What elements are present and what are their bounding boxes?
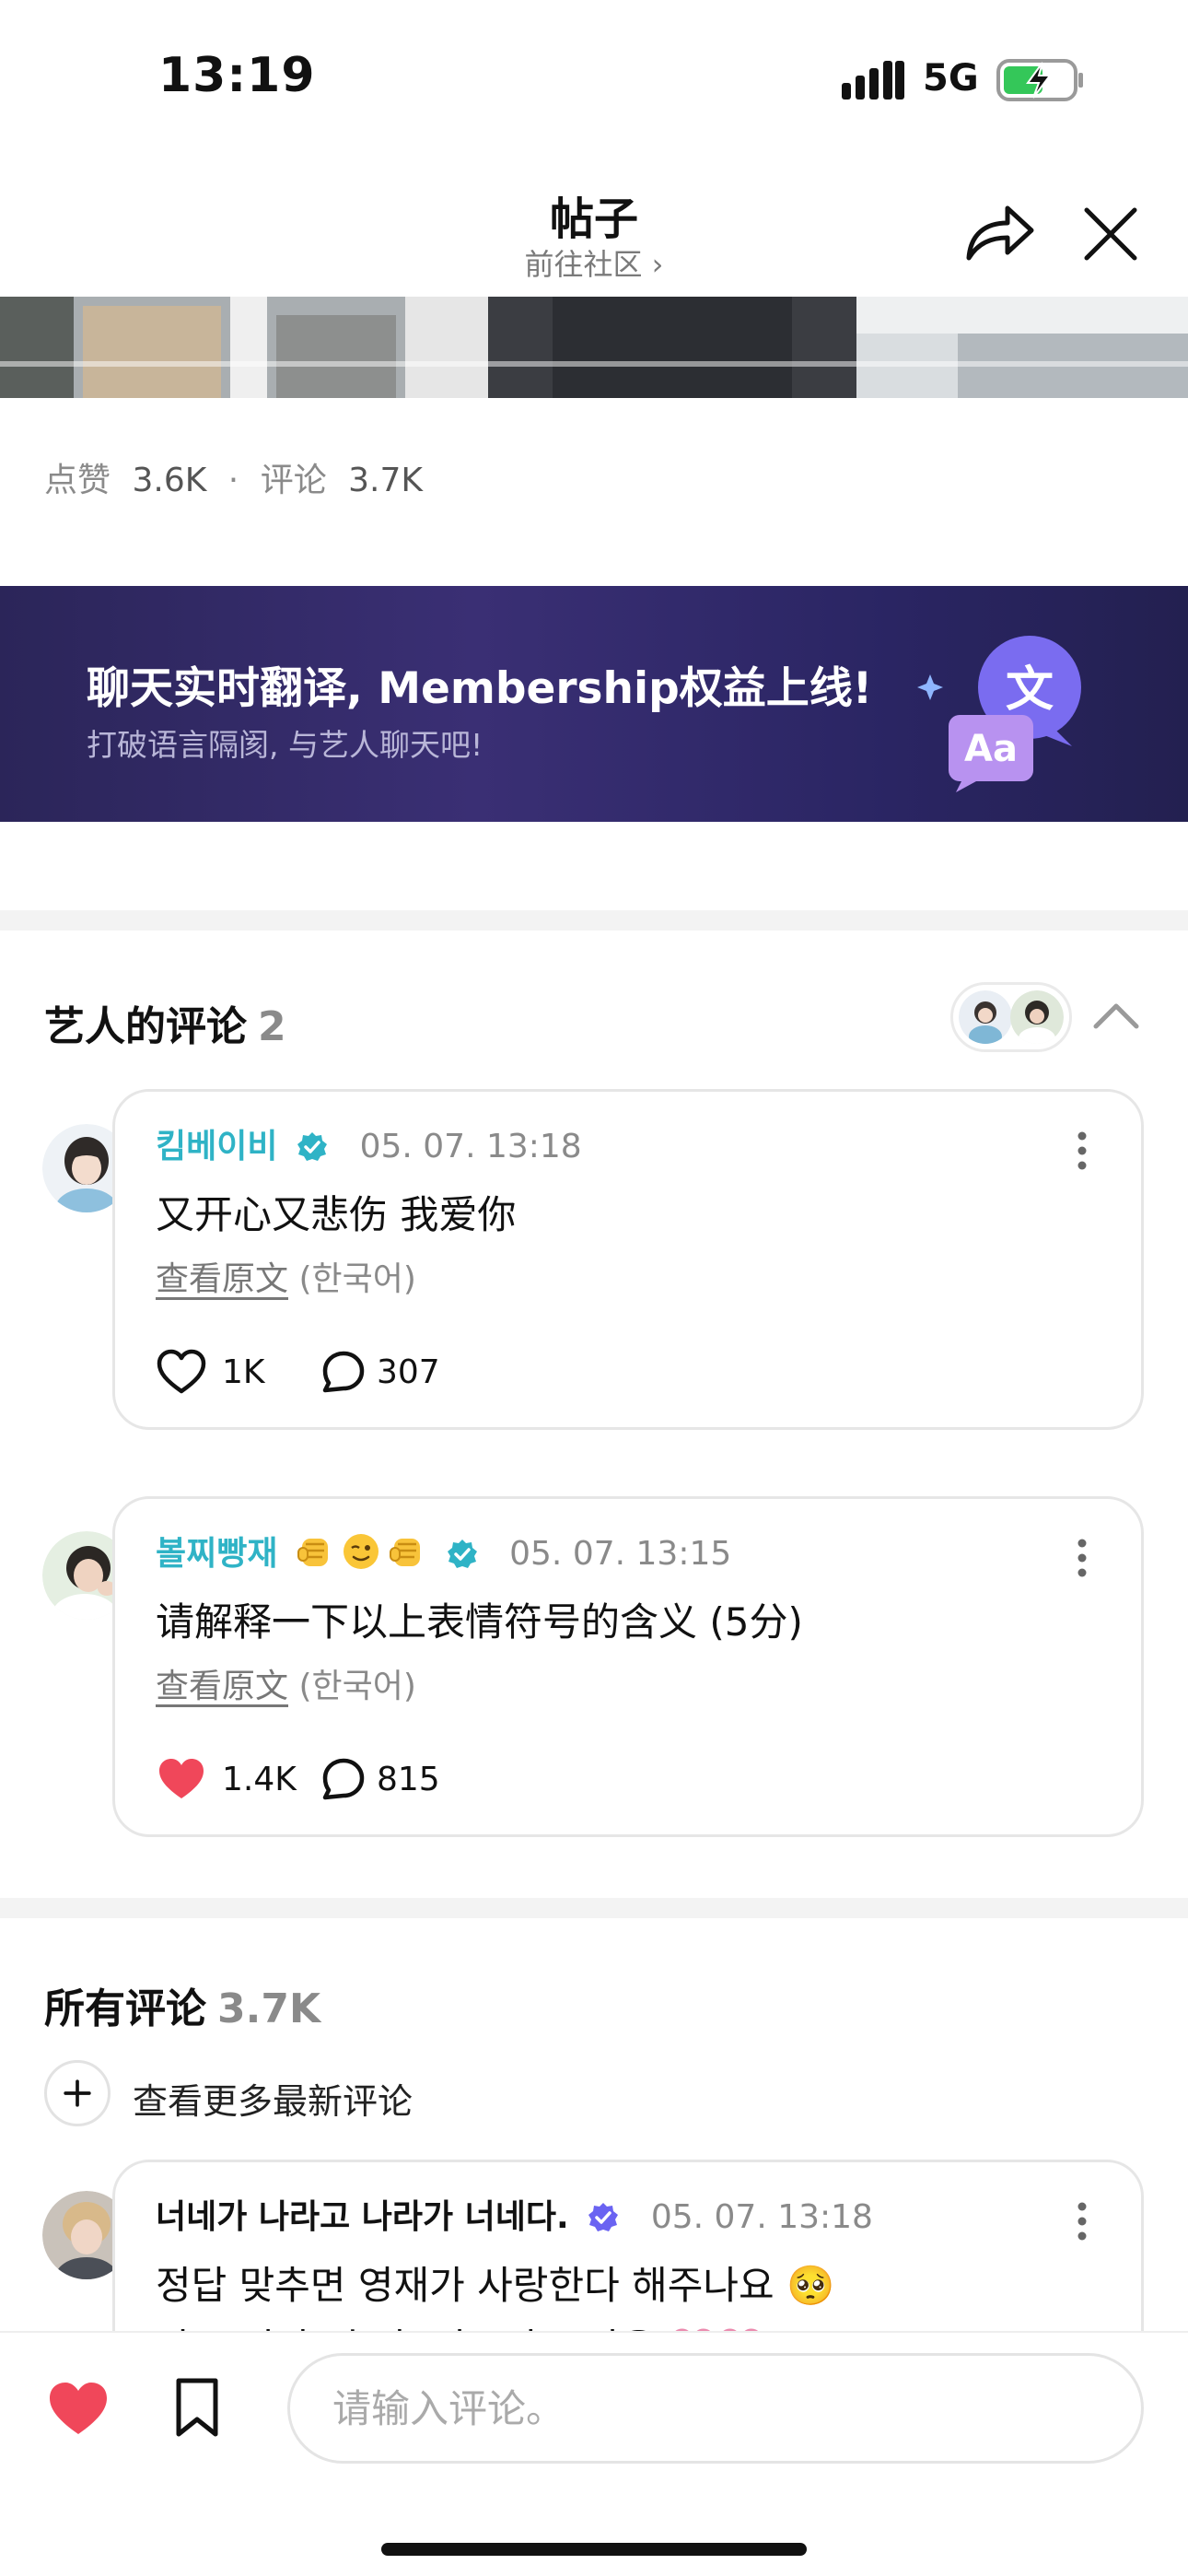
artist-avatar-stack[interactable] [950,982,1072,1052]
comment-text: 정답 맞추면 영재가 사랑한다 해주나요 🥺 [156,2263,835,2308]
post-image[interactable] [0,297,1188,398]
close-icon[interactable] [1077,201,1144,267]
more-options-icon[interactable] [1073,2199,1091,2243]
artist-comment-card[interactable]: 킴베이비 05. 07. 13:18 又开心又悲伤 我爱你 查看原文 (한국어)… [112,1089,1144,1430]
membership-translation-banner[interactable]: 聊天实时翻译, Membership权益上线! 打破语言隔阂, 与艺人聊天吧! … [0,586,1188,822]
view-more-new-label: 查看更多最新评论 [133,2081,413,2122]
section-divider [0,910,1188,931]
status-time: 13:19 [158,48,316,103]
bookmark-icon[interactable] [169,2377,225,2440]
chevron-up-icon[interactable] [1090,997,1142,1034]
translate-glyph-top: 文 [1006,662,1054,718]
all-comments-count: 3.7K [217,1985,321,2032]
heart-outline-icon[interactable] [156,1348,207,1396]
view-original-link[interactable]: 查看原文 [156,1668,288,1705]
comment-author[interactable]: 너네가 나라고 나라가 너네다. 05. 07. 13:18 [156,2190,873,2238]
verified-badge-icon [297,1132,328,1161]
section-divider [0,1898,1188,1918]
fist-emoji-icon [390,1539,421,1566]
all-comments-title: 所有评论 3.7K [44,1975,320,2034]
like-count: 1K [222,1353,265,1391]
comment-input[interactable] [287,2353,1144,2464]
author-name: 볼찌빵재 [156,1535,278,1573]
comment-author[interactable]: 볼찌빵재 05. 07. 13:15 [156,1527,731,1575]
more-options-icon[interactable] [1073,1129,1091,1173]
status-bar: 13:19 5G [0,0,1188,157]
banner-subtitle: 打破语言隔阂, 与艺人聊天吧! [87,727,483,763]
likes-label: 点赞 [44,462,111,499]
network-label: 5G [923,57,979,100]
reply-bubble-icon[interactable] [321,1350,366,1394]
bottom-comment-bar [0,2331,1188,2576]
original-language: (한국어) [298,1668,416,1705]
comment-time: 05. 07. 13:18 [359,1128,582,1165]
all-comments-label: 所有评论 [44,1985,206,2032]
artist-comments-title: 艺人的评论 2 [44,993,286,1052]
signal-icon [842,61,904,100]
reply-bubble-icon[interactable] [321,1757,366,1801]
reply-count: 815 [377,1761,440,1798]
translate-glyph-bottom: Aa [964,728,1018,770]
fist-emoji-icon [297,1539,329,1566]
post-header: 帖子 前往社区 › [0,157,1188,297]
comments-count: 3.7K [348,462,424,499]
author-name: 너네가 나라고 나라가 너네다. [156,2198,569,2236]
author-name: 킴베이비 [156,1128,278,1165]
share-icon[interactable] [961,197,1037,267]
artist-comments-count: 2 [258,1003,286,1050]
translate-icon: 文 Aa [917,636,1081,792]
heart-filled-icon[interactable] [156,1755,207,1803]
like-count: 1.4K [222,1761,297,1798]
verified-badge-icon [447,1540,477,1568]
view-original: 查看原文 (한국어) [156,1252,416,1300]
comment-time: 05. 07. 13:18 [650,2198,873,2236]
comment-time: 05. 07. 13:15 [509,1535,732,1573]
banner-title: 聊天实时翻译, Membership权益上线! [87,663,873,714]
wink-emoji-icon [344,1534,379,1569]
view-original: 查看原文 (한국어) [156,1659,416,1707]
comment-text: 请解释一下以上表情符号的含义 (5分) [156,1599,803,1645]
comment-text: 又开心又悲伤 我爱你 [156,1192,517,1237]
likes-count: 3.6K [132,462,207,499]
post-stats: 点赞 3.6K · 评论 3.7K [44,453,423,501]
membership-badge-icon [588,2203,619,2231]
home-indicator [381,2543,807,2556]
artist-comments-label: 艺人的评论 [44,1003,247,1050]
heart-filled-icon[interactable] [46,2379,111,2438]
comment-author[interactable]: 킴베이비 05. 07. 13:18 [156,1119,582,1167]
artist-comment-card[interactable]: 볼찌빵재 05. 07. 13:15 请解释一下以上表情符号的含义 (5分) 查… [112,1496,1144,1837]
battery-charging-icon [996,59,1083,101]
comments-label: 评论 [260,462,327,499]
stats-separator: · [227,462,239,499]
more-options-icon[interactable] [1073,1536,1091,1580]
original-language: (한국어) [298,1260,416,1298]
view-original-link[interactable]: 查看原文 [156,1260,288,1298]
reply-count: 307 [377,1353,440,1391]
plus-icon [44,2060,111,2126]
artist-mini-avatar [1010,990,1064,1044]
artist-mini-avatar [959,990,1012,1044]
